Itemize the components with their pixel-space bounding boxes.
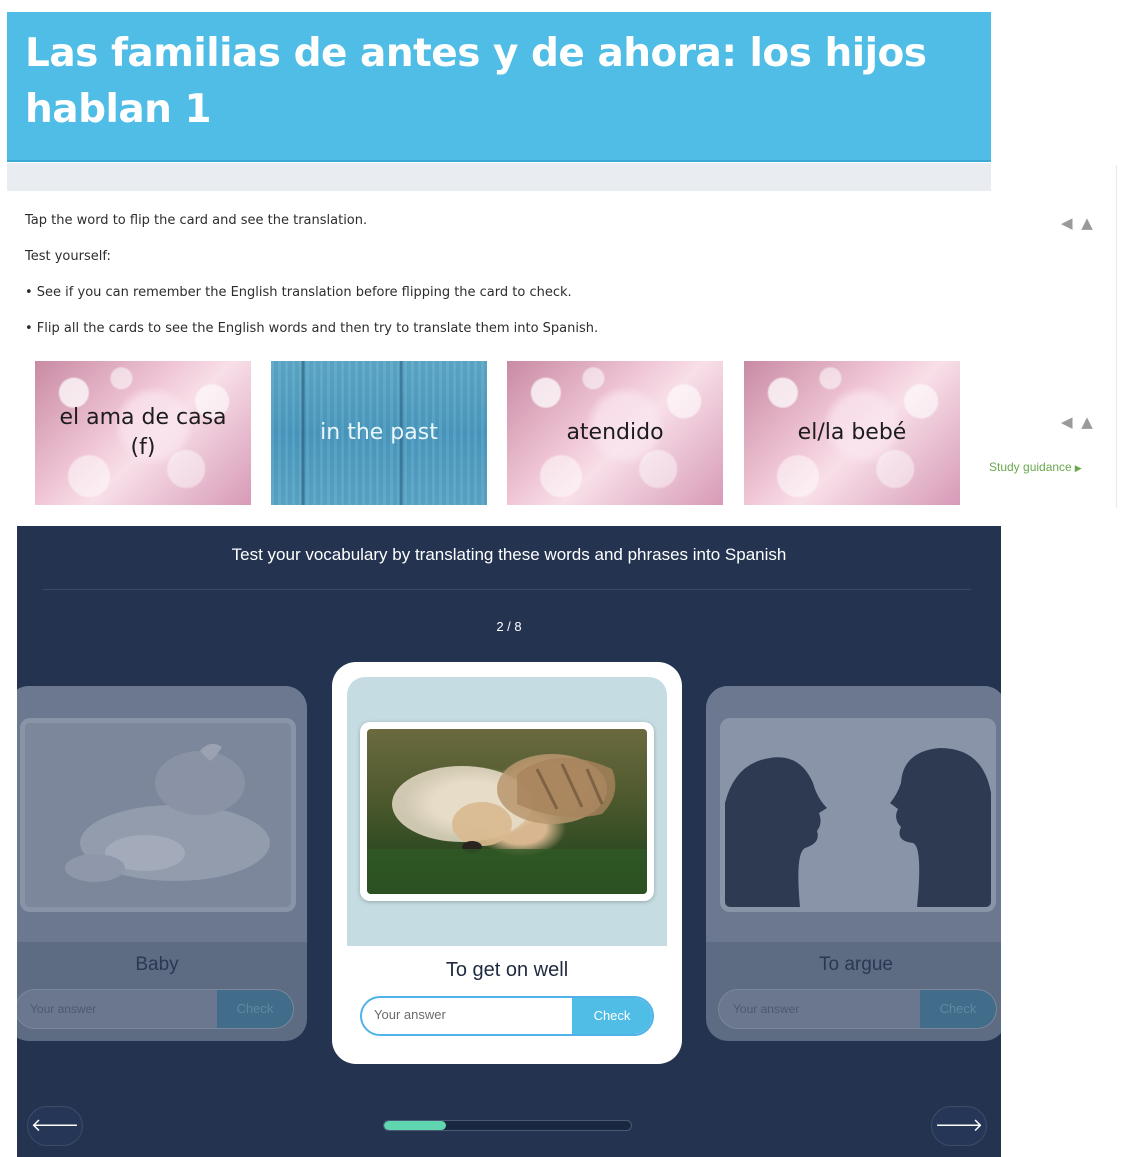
answer-field[interactable]: Your answer Check xyxy=(17,989,294,1029)
card-image-area xyxy=(706,686,1001,942)
flashcard[interactable]: el/la bebé xyxy=(744,361,960,505)
instruction-line: • See if you can remember the English tr… xyxy=(25,285,572,300)
flashcard-text: el ama de casa (f) xyxy=(59,405,227,460)
collapse-arrows-icon[interactable]: ◀ ▲ xyxy=(1061,413,1095,431)
card-image-area xyxy=(17,686,307,942)
answer-field[interactable]: Your answer Check xyxy=(718,989,997,1029)
check-button[interactable]: Check xyxy=(572,998,652,1034)
progress-bar xyxy=(383,1120,632,1131)
flashcard[interactable]: el ama de casa (f) xyxy=(35,361,251,505)
question-counter: 2 / 8 xyxy=(496,619,522,634)
next-quiz-card[interactable]: To argue Your answer Check xyxy=(706,686,1001,1041)
study-guidance-label: Study guidance xyxy=(989,460,1072,474)
flashcard[interactable]: atendido xyxy=(507,361,723,505)
flashcard-text: in the past xyxy=(320,420,438,445)
study-guidance-link[interactable]: Study guidance ▶ xyxy=(989,460,1099,474)
flashcard[interactable]: in the past xyxy=(271,361,487,505)
collapse-arrows-icon[interactable]: ◀ ▲ xyxy=(1061,214,1095,232)
flashcard-text: atendido xyxy=(566,420,664,445)
instruction-line: Tap the word to flip the card and see th… xyxy=(25,213,368,228)
check-button[interactable]: Check xyxy=(920,990,996,1028)
arrow-right-icon: 🡒 xyxy=(934,1115,984,1136)
card-image-area xyxy=(347,677,667,946)
right-scroll-edge xyxy=(1116,165,1133,508)
instruction-line: • Flip all the cards to see the English … xyxy=(25,321,599,336)
next-button[interactable]: 🡒 xyxy=(931,1106,987,1146)
card-prompt: Baby xyxy=(135,954,179,975)
progress-fill xyxy=(384,1121,446,1130)
check-button[interactable]: Check xyxy=(217,990,293,1028)
quiz-title: Test your vocabulary by translating thes… xyxy=(231,545,787,564)
card-prompt: To argue xyxy=(819,954,893,975)
baby-image xyxy=(20,718,296,912)
instruction-line: Test yourself: xyxy=(25,249,111,264)
header-divider-strip xyxy=(7,163,991,191)
page-header: Las familias de antes y de ahora: los hi… xyxy=(7,12,991,162)
answer-placeholder: Your answer xyxy=(30,1002,97,1016)
previous-quiz-card[interactable]: Baby Your answer Check xyxy=(17,686,307,1041)
page-title: Las familias de antes y de ahora: los hi… xyxy=(25,31,927,132)
quiz-divider xyxy=(43,589,971,590)
answer-placeholder: Your answer xyxy=(733,1002,800,1016)
answer-input[interactable] xyxy=(374,1007,564,1022)
answer-field: Check xyxy=(360,996,654,1036)
play-triangle-icon: ▶ xyxy=(1074,463,1082,473)
arguing-silhouettes-image xyxy=(720,718,996,912)
previous-button[interactable]: 🡐 xyxy=(27,1106,83,1146)
arrow-left-icon: 🡐 xyxy=(30,1115,80,1136)
card-prompt: To get on well xyxy=(445,959,569,981)
cat-and-dog-image xyxy=(367,729,647,894)
flashcard-text: el/la bebé xyxy=(797,420,907,445)
card-image-frame xyxy=(360,722,654,901)
vocabulary-quiz: Test your vocabulary by translating thes… xyxy=(17,526,1001,1157)
current-quiz-card: To get on well Check xyxy=(332,662,682,1064)
